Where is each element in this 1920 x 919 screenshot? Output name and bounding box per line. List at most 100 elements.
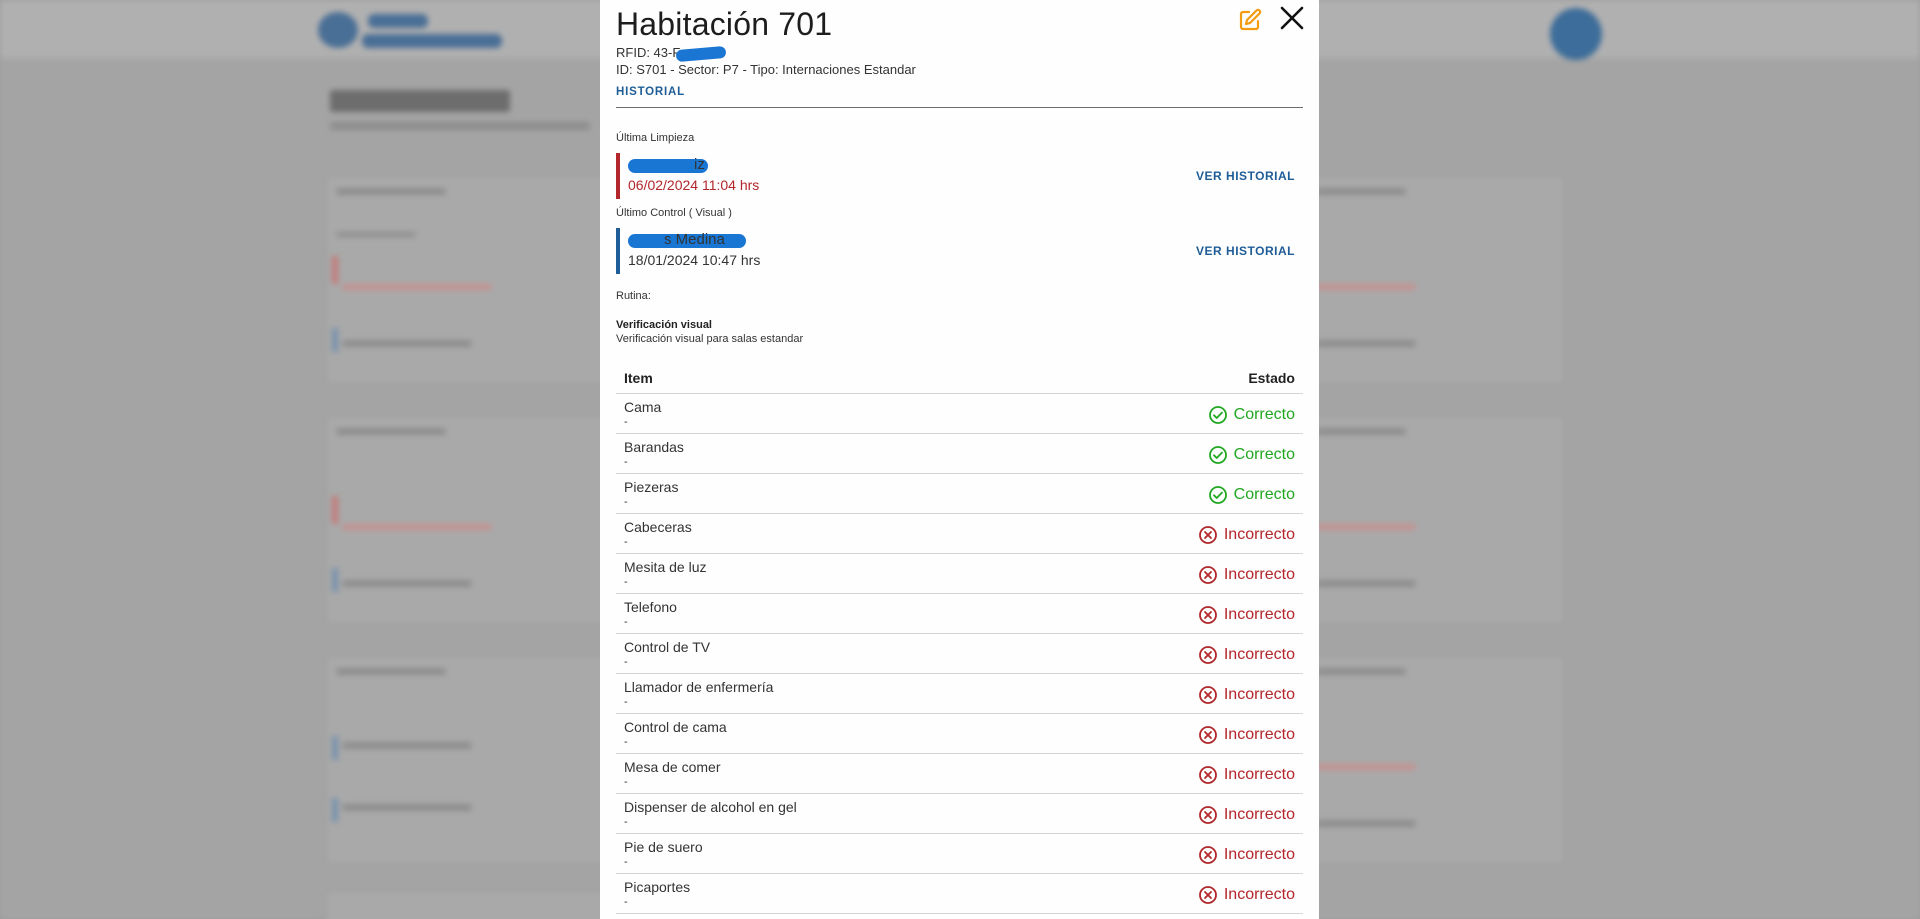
row-status-text: Correcto bbox=[1233, 486, 1295, 503]
row-item-note: - bbox=[624, 656, 628, 668]
column-header-item: Item bbox=[624, 370, 653, 386]
check-circle-icon bbox=[1208, 406, 1227, 424]
row-status: Incorrecto bbox=[1198, 805, 1295, 825]
row-status-text: Incorrecto bbox=[1223, 606, 1295, 623]
table-row: Llamador de enfermería - Incorrecto bbox=[616, 674, 1303, 714]
table-row: Pie de suero - Incorrecto bbox=[616, 834, 1303, 874]
row-item-name: Cabeceras bbox=[624, 519, 692, 535]
row-item-name: Piezeras bbox=[624, 479, 679, 495]
row-status: Incorrecto bbox=[1198, 765, 1295, 785]
row-status: Incorrecto bbox=[1198, 725, 1295, 745]
table-body: Cama - Correcto Barandas - Correcto Piezeras - C… bbox=[616, 394, 1303, 914]
routine-title: Verificación visual bbox=[616, 319, 712, 331]
background-subtitle bbox=[330, 122, 590, 130]
view-history-control-button[interactable]: VER HISTORIAL bbox=[1196, 244, 1295, 258]
row-status: Incorrecto bbox=[1198, 845, 1295, 865]
redaction-mark bbox=[675, 45, 727, 62]
checklist-table: Item Estado Cama - Correcto Barandas - Correc… bbox=[616, 362, 1303, 914]
row-item-name: Dispenser de alcohol en gel bbox=[624, 799, 797, 815]
last-cleaning-entry: iz 06/02/2024 11:04 hrs VER HISTORIAL bbox=[616, 153, 1303, 199]
row-status-text: Correcto bbox=[1233, 406, 1295, 423]
row-item-name: Control de cama bbox=[624, 719, 727, 735]
row-status: Correcto bbox=[1208, 485, 1295, 505]
row-status: Correcto bbox=[1208, 405, 1295, 425]
row-item-note: - bbox=[624, 416, 628, 428]
row-item-note: - bbox=[624, 496, 628, 508]
row-status-text: Incorrecto bbox=[1223, 646, 1295, 663]
row-status: Incorrecto bbox=[1198, 565, 1295, 585]
row-status-text: Incorrecto bbox=[1223, 846, 1295, 863]
last-cleaning-label: Última Limpieza bbox=[616, 132, 695, 144]
control-date: 18/01/2024 10:47 hrs bbox=[628, 252, 761, 268]
row-item-name: Mesita de luz bbox=[624, 559, 707, 575]
row-item-name: Mesa de comer bbox=[624, 759, 721, 775]
row-item-name: Control de TV bbox=[624, 639, 711, 655]
room-meta: ID: S701 - Sector: P7 - Tipo: Internacio… bbox=[616, 62, 916, 77]
row-status: Incorrecto bbox=[1198, 885, 1295, 905]
row-status-text: Incorrecto bbox=[1223, 566, 1295, 583]
table-row: Mesa de comer - Incorrecto bbox=[616, 754, 1303, 794]
row-item-name: Pie de suero bbox=[624, 839, 703, 855]
last-control-entry: s Medina 18/01/2024 10:47 hrs VER HISTOR… bbox=[616, 228, 1303, 274]
row-item-note: - bbox=[624, 896, 628, 908]
divider bbox=[616, 107, 1303, 108]
row-item-name: Barandas bbox=[624, 439, 684, 455]
close-icon bbox=[1280, 6, 1304, 30]
table-row: Cama - Correcto bbox=[616, 394, 1303, 434]
cleaning-date: 06/02/2024 11:04 hrs bbox=[628, 177, 760, 193]
x-circle-icon bbox=[1198, 726, 1217, 744]
inspector-name: s Medina bbox=[664, 231, 725, 248]
column-header-status: Estado bbox=[1248, 370, 1295, 386]
last-control-label: Último Control ( Visual ) bbox=[616, 207, 732, 219]
tab-historial[interactable]: HISTORIAL bbox=[616, 86, 685, 98]
routine-description: Verificación visual para salas estandar bbox=[616, 333, 804, 345]
table-row: Picaportes - Incorrecto bbox=[616, 874, 1303, 914]
row-item-note: - bbox=[624, 776, 628, 788]
table-row: Control de TV - Incorrecto bbox=[616, 634, 1303, 674]
background-card bbox=[325, 415, 615, 625]
row-item-name: Telefono bbox=[624, 599, 677, 615]
status-bar bbox=[616, 153, 620, 199]
table-row: Dispenser de alcohol en gel - Incorrecto bbox=[616, 794, 1303, 834]
row-item-name: Picaportes bbox=[624, 879, 691, 895]
row-status-text: Incorrecto bbox=[1223, 886, 1295, 903]
rfid-line: RFID: 43-F bbox=[616, 45, 727, 62]
table-row: Telefono - Incorrecto bbox=[616, 594, 1303, 634]
x-circle-icon bbox=[1198, 526, 1217, 544]
view-history-cleaning-button[interactable]: VER HISTORIAL bbox=[1196, 169, 1295, 183]
row-status-text: Incorrecto bbox=[1223, 806, 1295, 823]
x-circle-icon bbox=[1198, 846, 1217, 864]
cleaner-name: iz bbox=[694, 156, 705, 173]
row-status-text: Incorrecto bbox=[1223, 726, 1295, 743]
row-item-note: - bbox=[624, 536, 628, 548]
modal-title: Habitación 701 bbox=[616, 6, 833, 42]
row-item-name: Cama bbox=[624, 399, 662, 415]
table-row: Mesita de luz - Incorrecto bbox=[616, 554, 1303, 594]
table-header: Item Estado bbox=[616, 362, 1303, 394]
x-circle-icon bbox=[1198, 646, 1217, 664]
x-circle-icon bbox=[1198, 566, 1217, 584]
edit-button[interactable] bbox=[1238, 8, 1262, 32]
edit-icon bbox=[1239, 8, 1262, 31]
row-item-note: - bbox=[624, 576, 628, 588]
table-row: Barandas - Correcto bbox=[616, 434, 1303, 474]
row-status: Correcto bbox=[1208, 445, 1295, 465]
background-card bbox=[325, 655, 615, 865]
table-row: Cabeceras - Incorrecto bbox=[616, 514, 1303, 554]
row-status-text: Incorrecto bbox=[1223, 526, 1295, 543]
close-button[interactable] bbox=[1278, 4, 1306, 32]
table-row: Piezeras - Correcto bbox=[616, 474, 1303, 514]
background-card bbox=[325, 175, 615, 385]
row-status: Incorrecto bbox=[1198, 525, 1295, 545]
status-bar bbox=[616, 228, 620, 274]
row-status: Incorrecto bbox=[1198, 605, 1295, 625]
rfid-text: RFID: 43-F bbox=[616, 45, 681, 60]
table-row: Control de cama - Incorrecto bbox=[616, 714, 1303, 754]
background-card bbox=[325, 890, 615, 919]
row-item-note: - bbox=[624, 856, 628, 868]
row-item-note: - bbox=[624, 456, 628, 468]
check-circle-icon bbox=[1208, 486, 1227, 504]
row-status-text: Incorrecto bbox=[1223, 686, 1295, 703]
background-avatar bbox=[1550, 8, 1602, 60]
x-circle-icon bbox=[1198, 766, 1217, 784]
